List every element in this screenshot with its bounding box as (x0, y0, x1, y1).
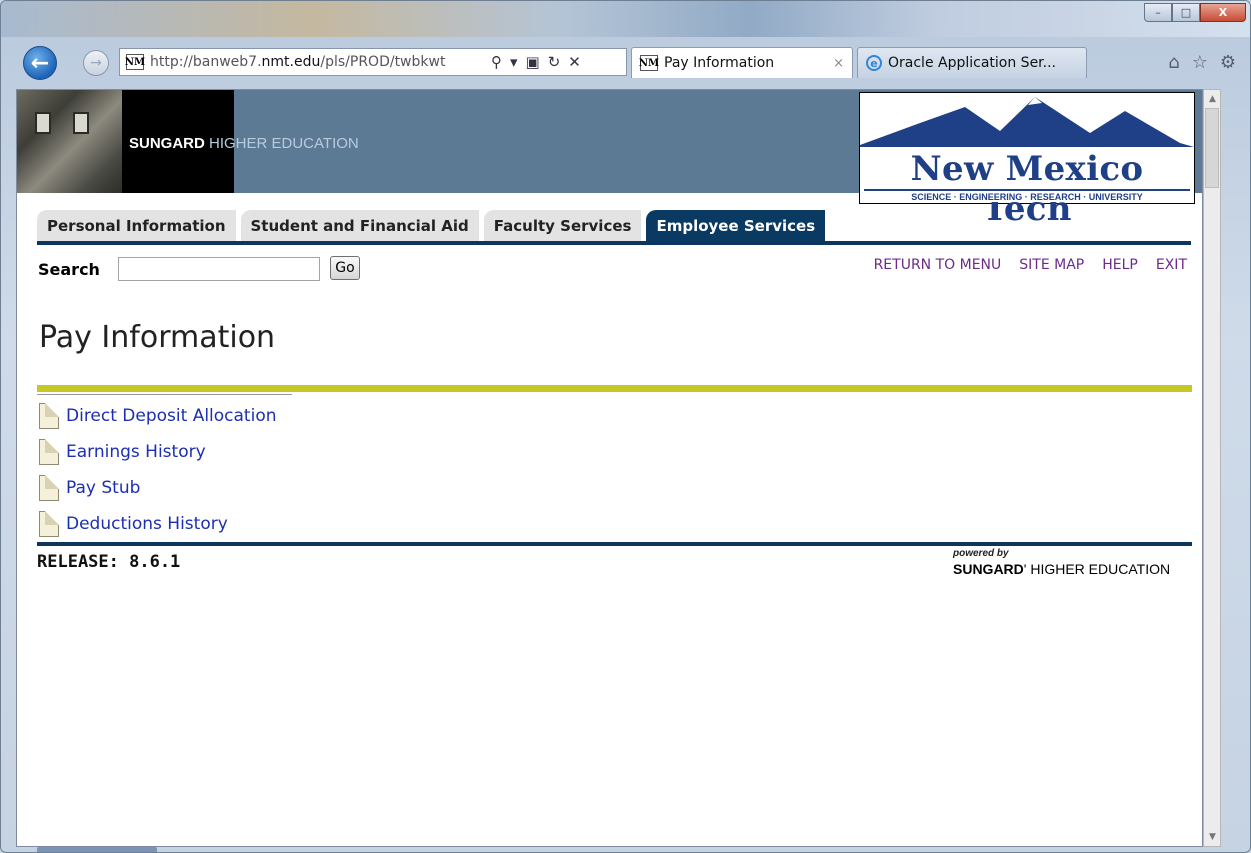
site-favicon-icon: NM (639, 55, 659, 71)
tab-divider (37, 241, 1191, 245)
scroll-thumb[interactable] (1205, 108, 1219, 188)
powered-by-brand: SUNGARD' HIGHER EDUCATION (953, 561, 1171, 577)
search-label: Search (38, 260, 100, 279)
address-bar-tools: ⚲ ▾ ▣ ↻ ✕ (491, 53, 581, 71)
stop-icon[interactable]: ✕ (568, 53, 581, 71)
pay-stub-link[interactable]: Pay Stub (66, 478, 140, 498)
url-text[interactable]: http://banweb7.nmt.edu/pls/PROD/twbkwt (150, 54, 485, 70)
deductions-history-link[interactable]: Deductions History (66, 514, 228, 534)
vertical-scrollbar[interactable]: ▲ ▼ (1203, 89, 1221, 847)
minimize-button[interactable]: – (1144, 3, 1172, 22)
menu-divider (37, 394, 292, 395)
direct-deposit-link[interactable]: Direct Deposit Allocation (66, 406, 277, 426)
campus-photo (17, 90, 122, 193)
close-tab-icon[interactable]: × (833, 56, 844, 71)
sungard-brand: SUNGARD HIGHER EDUCATION (129, 135, 359, 152)
maximize-button[interactable]: □ (1172, 3, 1200, 22)
exit-link[interactable]: EXIT (1156, 257, 1187, 273)
powered-by-logo: powered by SUNGARD' HIGHER EDUCATION (953, 548, 1170, 577)
list-item: Direct Deposit Allocation (39, 398, 277, 434)
search-icon[interactable]: ⚲ (491, 53, 502, 71)
close-window-button[interactable]: X (1200, 3, 1246, 22)
page-viewport: SUNGARD HIGHER EDUCATION New Mexico Tech… (16, 89, 1203, 847)
scroll-down-icon[interactable]: ▼ (1209, 832, 1216, 842)
list-item: Pay Stub (39, 470, 277, 506)
mountains-icon (860, 97, 1194, 147)
gear-icon[interactable]: ⚙ (1220, 52, 1236, 73)
list-item: Earnings History (39, 434, 277, 470)
tab-label: Oracle Application Ser... (888, 55, 1056, 71)
help-link[interactable]: HELP (1102, 257, 1138, 273)
tab-label: Pay Information (664, 55, 775, 71)
tab-personal-information[interactable]: Personal Information (37, 210, 236, 242)
page-title: Pay Information (39, 320, 276, 355)
navigation-bar: ← → NM http://banweb7.nmt.edu/pls/PROD/t… (1, 39, 1250, 87)
compat-view-icon[interactable]: ▣ (526, 53, 540, 71)
tab-oracle-application[interactable]: e Oracle Application Ser... (857, 47, 1087, 78)
search-input[interactable] (118, 257, 320, 281)
title-divider (37, 385, 1192, 392)
nmt-logo: New Mexico Tech SCIENCE · ENGINEERING · … (859, 92, 1195, 229)
back-arrow-icon[interactable]: ← (23, 46, 57, 80)
earnings-history-link[interactable]: Earnings History (66, 442, 206, 462)
browser-toolbar-icons: ⌂ ☆ ⚙ (1168, 52, 1236, 73)
address-bar[interactable]: NM http://banweb7.nmt.edu/pls/PROD/twbkw… (119, 48, 627, 76)
document-icon (39, 511, 59, 537)
document-icon (39, 475, 59, 501)
document-icon (39, 439, 59, 465)
release-version: RELEASE: 8.6.1 (37, 552, 181, 572)
footer-divider (37, 542, 1192, 546)
taskbar-hint (37, 847, 157, 852)
window-controls: – □ X (1144, 3, 1246, 22)
pay-menu: Direct Deposit Allocation Earnings Histo… (39, 398, 277, 542)
logo-subtitle: SCIENCE · ENGINEERING · RESEARCH · UNIVE… (864, 189, 1190, 202)
main-nav-tabs: Personal Information Student and Financi… (37, 210, 830, 242)
tab-faculty-services[interactable]: Faculty Services (483, 210, 642, 242)
go-button[interactable]: Go (330, 256, 360, 280)
scroll-up-icon[interactable]: ▲ (1209, 94, 1216, 104)
home-icon[interactable]: ⌂ (1168, 52, 1179, 73)
dropdown-icon[interactable]: ▾ (510, 53, 518, 71)
browser-window: – □ X ← → NM http://banweb7.nmt.edu/pls/… (0, 0, 1251, 853)
site-map-link[interactable]: SITE MAP (1019, 257, 1084, 273)
site-favicon-icon: NM (125, 54, 145, 70)
ie-logo-icon: e (866, 55, 882, 71)
document-icon (39, 403, 59, 429)
forward-arrow-icon[interactable]: → (83, 50, 109, 76)
tab-pay-information[interactable]: NM Pay Information × (631, 47, 853, 78)
tab-employee-services[interactable]: Employee Services (646, 210, 826, 242)
return-to-menu-link[interactable]: RETURN TO MENU (874, 257, 1002, 273)
list-item: Deductions History (39, 506, 277, 542)
title-bar: – □ X (1, 1, 1250, 37)
powered-by-text: powered by (953, 548, 1009, 559)
tab-student-financial-aid[interactable]: Student and Financial Aid (240, 210, 479, 242)
star-icon[interactable]: ☆ (1192, 52, 1208, 73)
refresh-icon[interactable]: ↻ (548, 53, 561, 71)
utility-links: RETURN TO MENU SITE MAP HELP EXIT (874, 257, 1187, 273)
